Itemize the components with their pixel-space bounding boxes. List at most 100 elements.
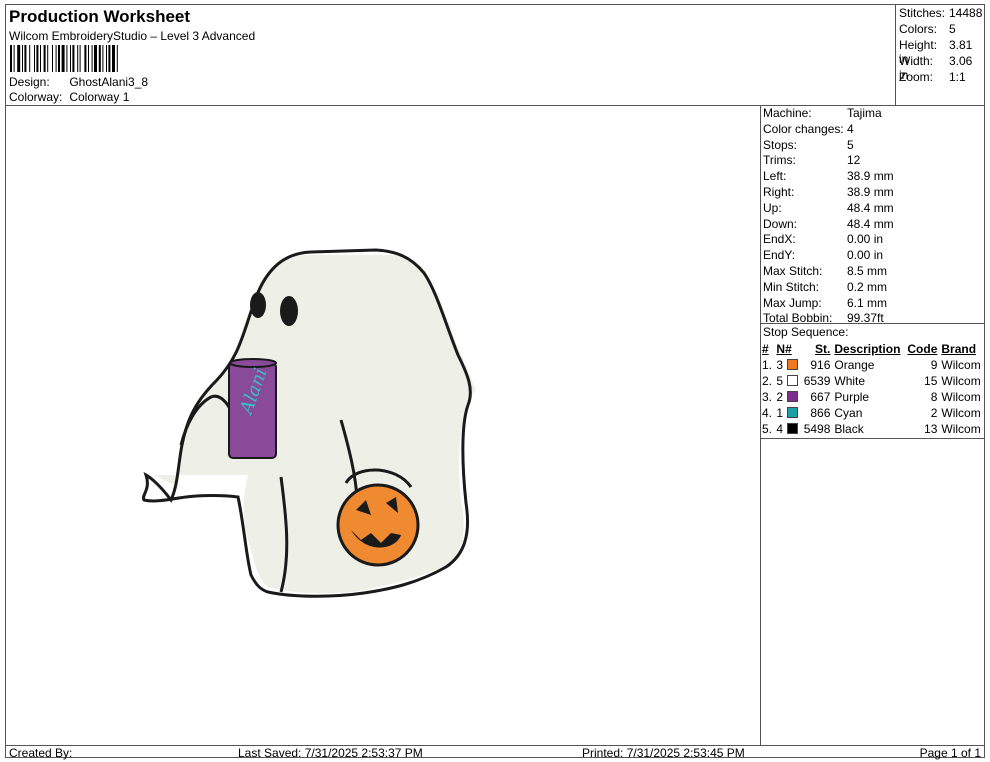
ghost-right-eye — [280, 296, 298, 326]
colorway-label: Colorway: — [9, 90, 63, 104]
stop-sequence-title: Stop Sequence: — [763, 325, 849, 339]
footer: Created By: Last Saved: 7/31/2025 2:53:3… — [6, 745, 984, 760]
info-row: EndX: 0.00 in — [763, 232, 883, 246]
barcode-bar — [22, 45, 23, 72]
info-label: Trims: — [763, 153, 796, 168]
info-value: 0.00 in — [847, 232, 884, 247]
barcode-bar — [91, 45, 93, 72]
barcode-bar — [55, 45, 57, 72]
col-header: St. — [815, 342, 831, 356]
table-row: 5. 4 5498 Black 13 Wilcom — [760, 421, 984, 437]
color-swatch — [787, 423, 799, 434]
barcode-bar — [47, 45, 49, 72]
needle-number: 3 — [776, 358, 784, 372]
barcode-bar — [108, 45, 111, 72]
created-by: Created By: — [9, 746, 73, 760]
design-label: Design: — [9, 75, 50, 89]
stop-index: 4. — [762, 406, 773, 420]
needle-number: 5 — [776, 374, 784, 388]
info-label: Stops: — [763, 137, 798, 152]
barcode-bar — [88, 45, 89, 72]
info-value: 38.9 mm — [847, 169, 894, 184]
thread-description: Orange — [834, 358, 875, 372]
color-swatch — [787, 359, 799, 370]
info-value: 0.00 in — [847, 248, 884, 263]
info-label: Right: — [763, 185, 795, 199]
stop-index: 1. — [762, 358, 773, 372]
software-subtitle: Wilcom EmbroideryStudio – Level 3 Advanc… — [9, 29, 256, 43]
stat-label: Zoom: — [899, 70, 934, 84]
table-row: 4. 1 866 Cyan 2 Wilcom — [760, 405, 984, 421]
barcode-bar — [29, 45, 31, 72]
color-swatch — [787, 391, 799, 402]
design-value: GhostAlani3_8 — [69, 75, 149, 89]
col-header: Brand — [941, 342, 977, 356]
thread-brand: Wilcom — [941, 390, 981, 404]
stat-value: 5 — [949, 22, 956, 36]
barcode-bar — [77, 45, 79, 72]
thread-description: Black — [834, 422, 864, 436]
worksheet-header: Production Worksheet Wilcom EmbroiderySt… — [6, 5, 895, 106]
info-value: 48.4 mm — [847, 216, 894, 231]
color-swatch — [787, 375, 799, 386]
design-row: Design: GhostAlani3_8 — [9, 75, 148, 89]
barcode-bar — [79, 45, 81, 72]
stat-label: Stitches: — [899, 6, 946, 20]
stat-row: Zoom: 1:1 — [899, 70, 966, 84]
info-row: Min Stitch: 0.2 mm — [763, 280, 887, 294]
thread-description: Cyan — [834, 406, 863, 420]
info-value: 8.5 mm — [847, 264, 888, 278]
ghost-left-eye — [250, 292, 266, 318]
stop-sequence-table: # N# St. Description Code Brand 1. 3 916 Or… — [760, 341, 984, 437]
info-row: Down: 48.4 mm — [763, 217, 894, 231]
ghost-design: Alani — [141, 248, 476, 598]
barcode-bar — [116, 45, 118, 72]
drink-can-top — [229, 358, 277, 368]
thread-description: Purple — [834, 390, 870, 404]
colorway-value: Colorway 1 — [69, 90, 130, 104]
divider — [760, 323, 984, 324]
color-swatch — [787, 407, 799, 418]
table-row: 2. 5 6539 White 15 Wilcom — [760, 373, 984, 389]
barcode-bar — [58, 45, 60, 72]
needle-number: 2 — [776, 390, 784, 404]
thread-code: 8 — [930, 390, 938, 404]
col-header: Code — [907, 342, 938, 356]
pumpkin-bucket — [336, 483, 420, 567]
barcode-bar — [43, 45, 46, 72]
barcode-bar — [94, 45, 97, 72]
barcode-bar — [10, 45, 12, 72]
table-row: 3. 2 667 Purple 8 Wilcom — [760, 389, 984, 405]
worksheet: Production Worksheet Wilcom EmbroiderySt… — [5, 4, 985, 760]
info-row: Trims: 12 — [763, 153, 860, 167]
barcode-bar — [98, 45, 101, 72]
table-header-row: # N# St. Description Code Brand — [760, 341, 984, 357]
printed-date: Printed: 7/31/2025 2:53:45 PM — [582, 746, 745, 760]
barcode-bar — [66, 45, 68, 72]
barcode-bar — [102, 45, 104, 72]
info-label: EndY: — [763, 248, 796, 263]
stop-sequence-body: 1. 3 916 Orange 9 Wilcom 2. 5 6539 White 15 Wilcom 3… — [760, 357, 984, 437]
info-row: Right: 38.9 mm — [763, 185, 894, 199]
table-row: 1. 3 916 Orange 9 Wilcom — [760, 357, 984, 373]
stop-index: 2. — [762, 374, 773, 388]
color-swatch-cell — [785, 357, 800, 373]
barcode-bar — [52, 45, 53, 72]
barcode-bar — [24, 45, 27, 72]
barcode-bar — [36, 45, 39, 72]
info-row: Color changes: 4 — [763, 122, 854, 136]
info-row: Max Stitch: 8.5 mm — [763, 264, 887, 278]
stat-row: Stitches: 14488 — [899, 6, 982, 20]
thread-code: 15 — [924, 374, 938, 388]
info-value: 4 — [847, 121, 854, 136]
ghost-body — [156, 255, 476, 594]
thread-code: 13 — [924, 422, 938, 436]
info-value: Tajima — [847, 106, 882, 120]
thread-brand: Wilcom — [941, 422, 981, 436]
info-value: 48.4 mm — [847, 200, 894, 215]
thread-brand: Wilcom — [941, 374, 981, 388]
info-value: 12 — [847, 153, 861, 168]
stitch-count: 866 — [810, 406, 831, 420]
color-swatch-cell — [785, 405, 800, 421]
thread-code: 9 — [930, 358, 938, 372]
